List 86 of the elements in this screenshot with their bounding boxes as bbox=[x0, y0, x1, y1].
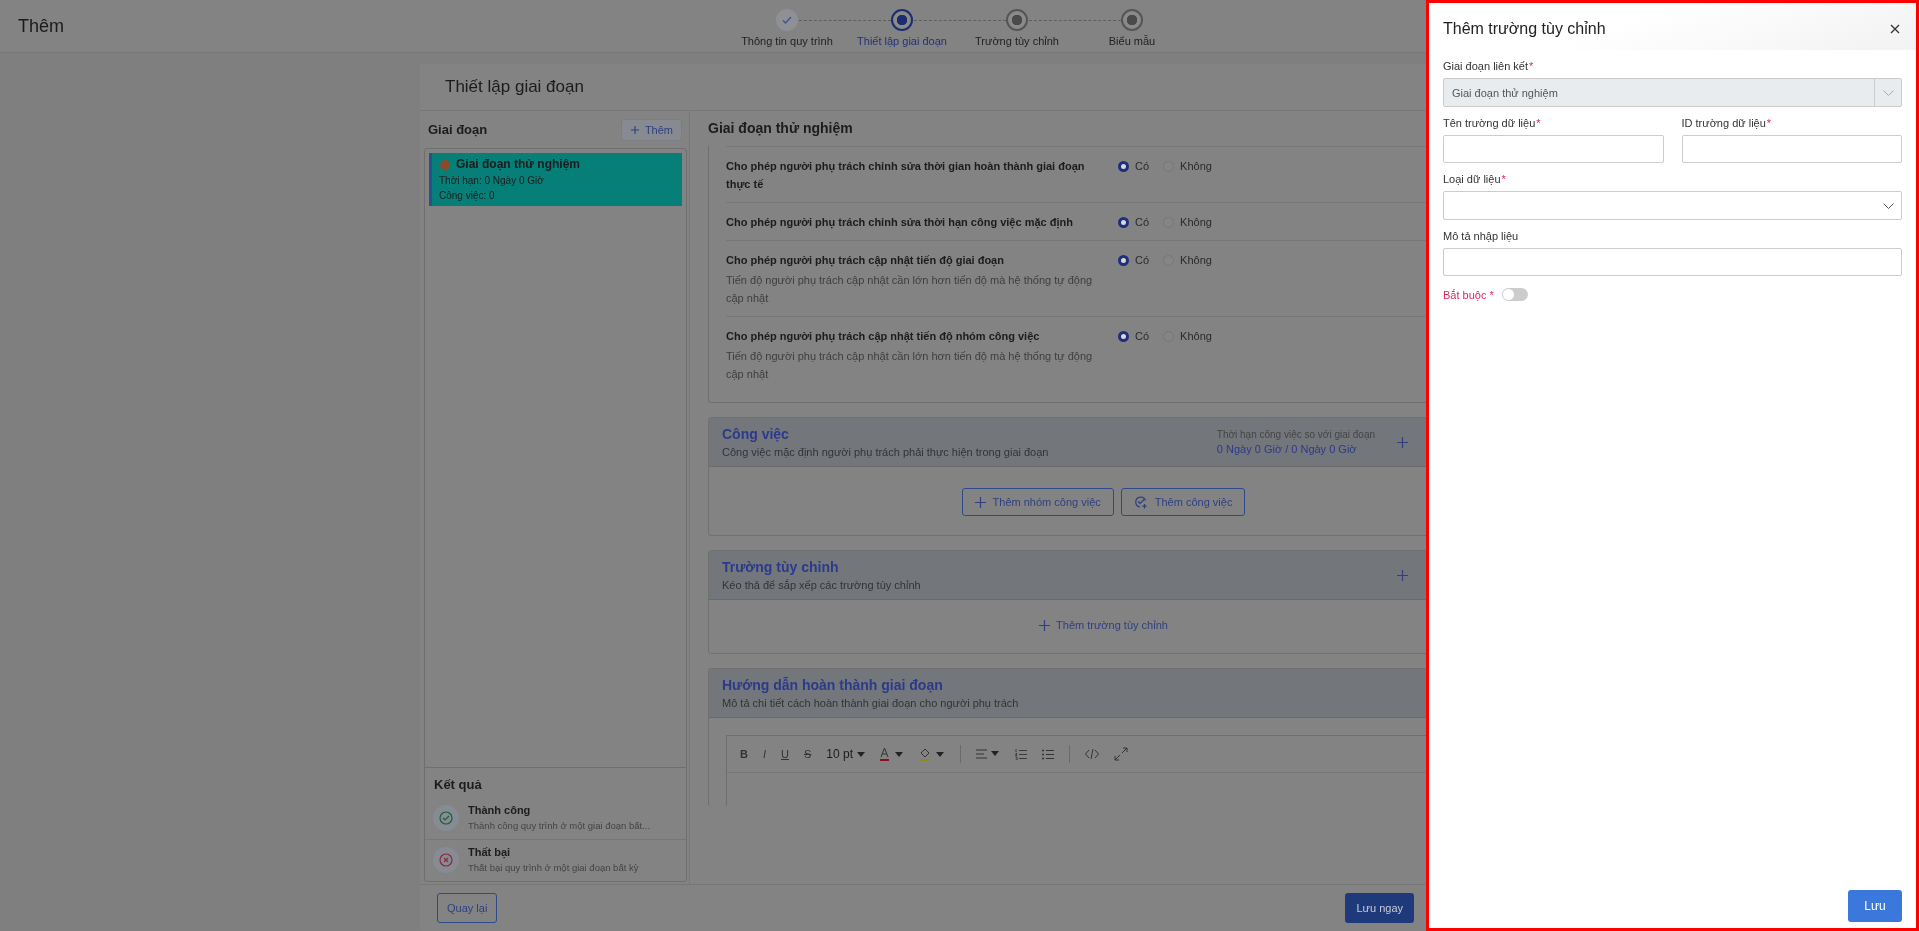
card-title: Thiết lập giai đoạn bbox=[445, 77, 584, 97]
toggle-label: Bắt buộc * bbox=[1443, 288, 1494, 301]
add-icon[interactable] bbox=[1397, 436, 1408, 448]
caret-icon bbox=[857, 751, 865, 757]
add-custom-field-link[interactable]: Thêm trường tùy chỉnh bbox=[1039, 619, 1168, 631]
option-label: Cho phép người phụ trách chỉnh sửa thời hạn công việc mặc định bbox=[726, 215, 1074, 231]
format-button[interactable]: S bbox=[803, 748, 812, 760]
required-toggle[interactable] bbox=[1501, 288, 1528, 301]
section-title: Hướng dẫn hoàn thành giai đoạn bbox=[722, 677, 944, 693]
radio-option[interactable]: Có bbox=[1118, 158, 1150, 174]
select-field[interactable] bbox=[1443, 191, 1902, 220]
add-task-button[interactable]: Thêm công việc bbox=[1120, 488, 1246, 516]
radio-option[interactable]: Có bbox=[1118, 328, 1150, 344]
format-button[interactable]: U bbox=[781, 748, 789, 760]
results-title: Kết quả bbox=[433, 776, 483, 794]
option-label: Cho phép người phụ trách cập nhật tiến độ giai đoạn bbox=[726, 253, 1005, 269]
option-hint: Tiến độ người phụ trách cập nhật cần lớn hơn tiến độ mà hệ thống tự động cập nhật bbox=[726, 273, 1094, 306]
input-field[interactable] bbox=[1681, 135, 1902, 163]
deadline-value: 0 Ngày 0 Giờ / 0 Ngày 0 Giờ bbox=[1216, 443, 1358, 455]
input-field[interactable] bbox=[1443, 135, 1664, 163]
panel-title: Giai đoạn bbox=[428, 122, 488, 137]
field-label: Tên trường dữ liệu bbox=[1443, 117, 1536, 129]
radio-option[interactable]: Không bbox=[1163, 252, 1212, 268]
required-mark: * bbox=[1766, 117, 1772, 129]
radio-option[interactable]: Không bbox=[1163, 214, 1212, 230]
step-current-icon bbox=[891, 9, 913, 31]
result-title: Thất bại bbox=[468, 846, 512, 858]
field-label: Mô tả nhập liệu bbox=[1443, 230, 1519, 242]
plus-icon bbox=[974, 496, 986, 508]
stage-name: Giai đoạn thử nghiệm bbox=[456, 157, 581, 171]
option-label: Cho phép người phụ trách cập nhật tiến độ nhóm công việc bbox=[726, 329, 1041, 345]
check-circle-icon bbox=[433, 804, 459, 831]
add-stage-button[interactable]: Thêm bbox=[620, 118, 682, 141]
section-title: Trường tùy chỉnh bbox=[722, 559, 840, 575]
stage-task-count: Công việc: 0 bbox=[439, 190, 496, 201]
add-task-group-button[interactable]: Thêm nhóm công việc bbox=[961, 488, 1114, 516]
required-mark: * bbox=[1536, 117, 1541, 129]
font-size-dropdown[interactable]: 10 pt bbox=[826, 747, 865, 761]
chevron-down-icon bbox=[1882, 202, 1894, 209]
field-label: Loại dữ liệu bbox=[1443, 173, 1501, 185]
expand-icon[interactable] bbox=[1114, 747, 1128, 761]
option-label: Cho phép người phụ trách chỉnh sửa thời gian hoàn thành giai đoạn thực tế bbox=[726, 159, 1086, 193]
page-title: Thêm bbox=[17, 15, 65, 38]
step-label[interactable]: Thiết lập giai đoạn bbox=[857, 35, 947, 47]
bullet-list-icon[interactable] bbox=[1042, 748, 1054, 760]
required-mark: * bbox=[1501, 173, 1506, 185]
plus-icon bbox=[629, 124, 640, 135]
radio-option[interactable]: Không bbox=[1163, 158, 1212, 174]
stage-duration: Thời hạn: 0 Ngày 0 Giờ bbox=[439, 175, 545, 186]
hand-icon bbox=[439, 157, 451, 171]
plus-icon bbox=[1039, 619, 1051, 631]
section-subtitle: Kéo thả để sắp xếp các trường tùy chỉnh bbox=[722, 579, 922, 591]
radio-option[interactable]: Không bbox=[1163, 328, 1212, 344]
format-button[interactable]: B bbox=[740, 748, 748, 760]
chevron-down-icon bbox=[1882, 89, 1894, 96]
text-color-icon[interactable] bbox=[880, 747, 904, 761]
step-label[interactable]: Biểu mẫu bbox=[1108, 35, 1156, 47]
add-icon[interactable] bbox=[1397, 569, 1408, 581]
x-circle-icon bbox=[433, 846, 459, 873]
save-button[interactable]: Lưu bbox=[1848, 890, 1902, 922]
input-field[interactable] bbox=[1443, 248, 1902, 276]
save-now-button[interactable]: Lưu ngay bbox=[1345, 893, 1414, 923]
stage-item[interactable]: Giai đoạn thử nghiệm Thời hạn: 0 Ngày 0 Giờ Công việc: 0 bbox=[429, 153, 682, 206]
back-button[interactable]: Quay lại bbox=[437, 893, 498, 923]
radio-option[interactable]: Có bbox=[1118, 252, 1150, 268]
result-title: Thành công bbox=[468, 804, 532, 816]
section-subtitle: Công việc mặc định người phụ trách phải thực hiện trong giai đoạn bbox=[722, 446, 1050, 458]
section-title: Công việc bbox=[722, 426, 790, 442]
align-icon[interactable] bbox=[976, 749, 1000, 759]
step-label[interactable]: Thông tin quy trình bbox=[741, 35, 833, 47]
step-label[interactable]: Trường tùy chỉnh bbox=[975, 35, 1059, 47]
step-check-icon bbox=[776, 9, 798, 31]
field-label: Giai đoạn liên kết bbox=[1443, 60, 1528, 72]
check-circle-plus-icon bbox=[1133, 495, 1148, 509]
required-mark: * bbox=[1529, 60, 1534, 72]
close-icon[interactable] bbox=[1890, 24, 1900, 34]
option-hint: Tiến độ người phụ trách cập nhật cần lớn hơn tiến độ mà hệ thống tự động cập nhật bbox=[726, 349, 1094, 382]
stage-title: Giai đoạn thử nghiệm bbox=[708, 120, 853, 136]
field-label: ID trường dữ liệu bbox=[1681, 117, 1766, 129]
radio-option[interactable]: Có bbox=[1118, 214, 1150, 230]
code-icon[interactable] bbox=[1085, 748, 1099, 760]
numbered-list-icon[interactable] bbox=[1015, 748, 1027, 760]
section-subtitle: Mô tả chi tiết cách hoàn thành giai đoạn cho người phụ trách bbox=[722, 697, 1020, 709]
drawer-title: Thêm trường tùy chỉnh bbox=[1443, 20, 1606, 38]
format-button[interactable]: I bbox=[762, 748, 766, 760]
fill-color-icon[interactable] bbox=[919, 747, 945, 761]
